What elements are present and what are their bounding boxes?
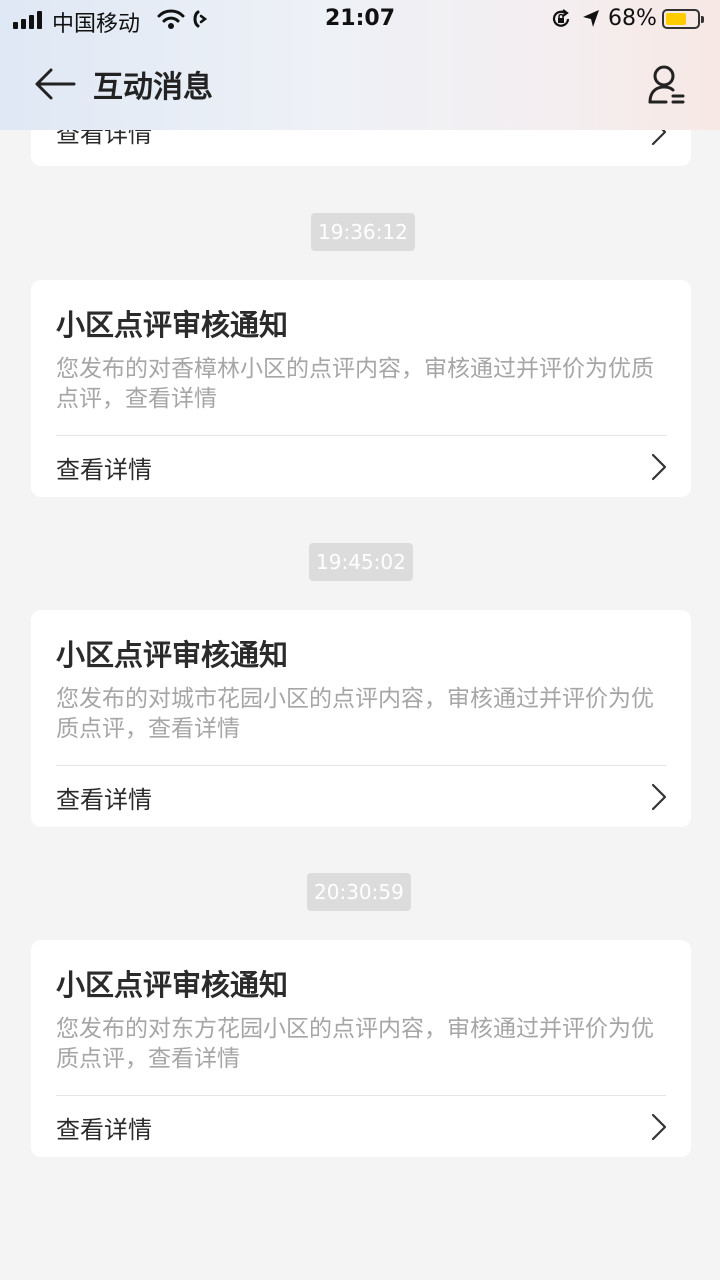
- chevron-right-icon: [651, 1113, 667, 1141]
- message-timestamp: 19:45:02: [309, 543, 413, 581]
- location-arrow-icon: [583, 10, 599, 27]
- navigation-bar: 互动消息: [0, 44, 720, 128]
- page-title: 互动消息: [93, 70, 213, 105]
- message-body: 您发布的对东方花园小区的点评内容，审核通过并评价为优质点评，查看详情: [56, 1016, 654, 1072]
- message-timestamp: 20:30:59: [307, 873, 411, 911]
- divider: [56, 435, 666, 436]
- rotation-lock-icon: [552, 9, 570, 27]
- view-details-link[interactable]: 查看详情: [56, 130, 152, 149]
- message-timestamp: 19:36:12: [311, 213, 415, 251]
- chevron-right-icon: [651, 453, 667, 481]
- message-body: 您发布的对香樟林小区的点评内容，审核通过并评价为优质点评，查看详情: [56, 356, 654, 412]
- message-card-partial[interactable]: 查看详情: [31, 130, 691, 166]
- message-title: 小区点评审核通知: [56, 308, 289, 342]
- chevron-right-icon: [651, 130, 667, 146]
- message-list: 查看详情 19:36:12 小区点评审核通知 您发布的对香樟林小区的点评内容，审…: [0, 130, 720, 1280]
- message-title: 小区点评审核通知: [56, 968, 289, 1002]
- battery-icon: [662, 9, 704, 29]
- message-body: 您发布的对城市花园小区的点评内容，审核通过并评价为优质点评，查看详情: [56, 686, 654, 742]
- message-title: 小区点评审核通知: [56, 638, 289, 672]
- view-details-link[interactable]: 查看详情: [56, 1110, 152, 1145]
- chevron-right-icon: [651, 783, 667, 811]
- message-card[interactable]: 小区点评审核通知 您发布的对东方花园小区的点评内容，审核通过并评价为优质点评，查…: [31, 940, 691, 1157]
- arrow-left-icon[interactable]: [34, 66, 76, 102]
- battery-percent: 68%: [608, 6, 657, 31]
- divider: [56, 1095, 666, 1096]
- view-details-link[interactable]: 查看详情: [56, 780, 152, 815]
- message-card[interactable]: 小区点评审核通知 您发布的对城市花园小区的点评内容，审核通过并评价为优质点评，查…: [31, 610, 691, 827]
- message-card[interactable]: 小区点评审核通知 您发布的对香樟林小区的点评内容，审核通过并评价为优质点评，查看…: [31, 280, 691, 497]
- status-bar: 中国移动 21:07 68%: [0, 0, 720, 40]
- divider: [56, 765, 666, 766]
- view-details-link[interactable]: 查看详情: [56, 450, 152, 485]
- user-list-icon[interactable]: [646, 64, 688, 108]
